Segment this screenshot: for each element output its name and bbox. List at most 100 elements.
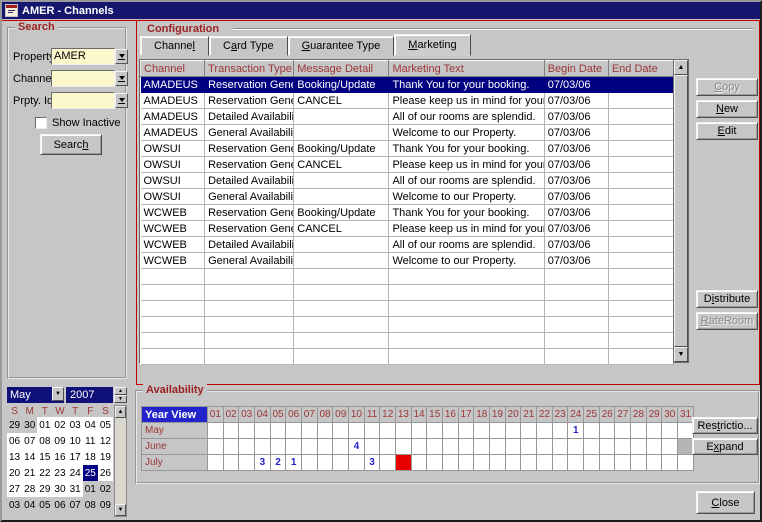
calendar-day[interactable]: 01: [83, 481, 98, 497]
availability-cell[interactable]: [474, 423, 490, 439]
table-row[interactable]: AMADEUSGeneral AvailabilityWelcome to ou…: [141, 125, 674, 141]
table-row[interactable]: AMADEUSReservation GeneralBooking/Update…: [141, 77, 674, 93]
availability-cell[interactable]: [286, 439, 302, 455]
new-button[interactable]: New: [696, 100, 758, 118]
availability-cell[interactable]: [396, 455, 412, 471]
calendar-day[interactable]: 13: [7, 449, 22, 465]
availability-cell[interactable]: [474, 455, 490, 471]
availability-cell[interactable]: [208, 423, 224, 439]
calendar-day[interactable]: 04: [22, 497, 37, 513]
availability-cell[interactable]: [505, 439, 521, 455]
availability-cell[interactable]: [411, 423, 427, 439]
availability-cell[interactable]: [333, 439, 349, 455]
scroll-up-icon[interactable]: ▲: [115, 406, 126, 418]
table-row-empty[interactable]: [141, 317, 674, 333]
calendar-day[interactable]: 18: [83, 449, 98, 465]
availability-cell[interactable]: [599, 455, 615, 471]
availability-cell[interactable]: [537, 439, 553, 455]
table-row-empty[interactable]: [141, 285, 674, 301]
availability-cell[interactable]: [364, 423, 380, 439]
availability-cell[interactable]: [552, 439, 568, 455]
tab-channel[interactable]: Channel: [140, 36, 209, 56]
close-button[interactable]: Close: [696, 491, 755, 514]
availability-cell[interactable]: [631, 455, 647, 471]
calendar-day[interactable]: 22: [37, 465, 52, 481]
calendar-day[interactable]: 29: [7, 417, 22, 433]
availability-cell[interactable]: [427, 455, 443, 471]
calendar-day[interactable]: 21: [22, 465, 37, 481]
availability-cell[interactable]: [427, 439, 443, 455]
availability-cell[interactable]: [615, 423, 631, 439]
availability-cell[interactable]: [443, 423, 459, 439]
availability-cell[interactable]: [427, 423, 443, 439]
availability-cell[interactable]: [646, 423, 662, 439]
availability-cell[interactable]: [411, 455, 427, 471]
distribute-button[interactable]: Distribute: [696, 290, 758, 308]
availability-cell[interactable]: [302, 455, 318, 471]
availability-cell[interactable]: [223, 439, 239, 455]
availability-cell[interactable]: [521, 423, 537, 439]
scroll-up-icon[interactable]: ▲: [674, 60, 688, 75]
availability-cell[interactable]: 1: [286, 455, 302, 471]
scroll-down-icon[interactable]: ▼: [115, 504, 126, 516]
availability-cell[interactable]: [458, 423, 474, 439]
scrollbar-track[interactable]: [115, 418, 126, 504]
property-id-field[interactable]: [51, 92, 115, 109]
availability-cell[interactable]: 3: [255, 455, 271, 471]
availability-cell[interactable]: [584, 455, 600, 471]
availability-cell[interactable]: [380, 455, 396, 471]
calendar-month-select[interactable]: May ▼: [7, 387, 64, 403]
calendar-day[interactable]: 24: [68, 465, 83, 481]
calendar-year-field[interactable]: 2007: [66, 387, 113, 403]
availability-cell[interactable]: [349, 423, 365, 439]
calendar-day[interactable]: 06: [7, 433, 22, 449]
availability-cell[interactable]: [584, 439, 600, 455]
availability-cell[interactable]: [380, 423, 396, 439]
availability-cell[interactable]: [255, 439, 271, 455]
table-row[interactable]: OWSUIGeneral AvailabilityWelcome to our …: [141, 189, 674, 205]
availability-cell[interactable]: [239, 455, 255, 471]
availability-cell[interactable]: [599, 423, 615, 439]
calendar-day[interactable]: 03: [7, 497, 22, 513]
availability-cell[interactable]: [568, 439, 584, 455]
table-row[interactable]: OWSUIDetailed AvailabilityAll of our roo…: [141, 173, 674, 189]
calendar-day[interactable]: 06: [52, 497, 67, 513]
availability-cell[interactable]: [302, 423, 318, 439]
availability-cell[interactable]: [443, 439, 459, 455]
availability-cell[interactable]: [599, 439, 615, 455]
spinner-up-icon[interactable]: ▲: [114, 387, 127, 395]
availability-cell[interactable]: [396, 423, 412, 439]
availability-cell[interactable]: [646, 439, 662, 455]
availability-cell[interactable]: [490, 423, 506, 439]
calendar-day[interactable]: 15: [37, 449, 52, 465]
availability-cell[interactable]: [662, 439, 678, 455]
availability-cell[interactable]: [537, 423, 553, 439]
channel-field[interactable]: [51, 70, 115, 87]
property-id-lov-button[interactable]: [115, 93, 128, 108]
availability-cell[interactable]: [568, 455, 584, 471]
month-dropdown-icon[interactable]: ▼: [52, 387, 64, 401]
table-row[interactable]: OWSUIReservation GeneralBooking/UpdateTh…: [141, 141, 674, 157]
calendar-day[interactable]: 16: [52, 449, 67, 465]
availability-cell[interactable]: [317, 455, 333, 471]
calendar-day[interactable]: 11: [83, 433, 98, 449]
table-row-empty[interactable]: [141, 301, 674, 317]
availability-cell[interactable]: [521, 455, 537, 471]
availability-cell[interactable]: [380, 439, 396, 455]
calendar-day[interactable]: 30: [52, 481, 67, 497]
calendar-day[interactable]: 27: [7, 481, 22, 497]
availability-cell[interactable]: [317, 439, 333, 455]
availability-cell[interactable]: [302, 439, 318, 455]
tab-marketing[interactable]: Marketing: [394, 34, 470, 56]
calendar-day[interactable]: 07: [68, 497, 83, 513]
availability-cell[interactable]: [662, 455, 678, 471]
table-row-empty[interactable]: [141, 333, 674, 349]
availability-cell[interactable]: [255, 423, 271, 439]
availability-cell[interactable]: [364, 439, 380, 455]
table-row[interactable]: WCWEBDetailed AvailabilityAll of our roo…: [141, 237, 674, 253]
tab-guarantee-type[interactable]: Guarantee Type: [288, 36, 395, 56]
availability-cell[interactable]: [490, 455, 506, 471]
availability-cell[interactable]: [458, 439, 474, 455]
table-vertical-scrollbar[interactable]: ▲ ▼: [673, 59, 689, 363]
calendar-day[interactable]: 20: [7, 465, 22, 481]
